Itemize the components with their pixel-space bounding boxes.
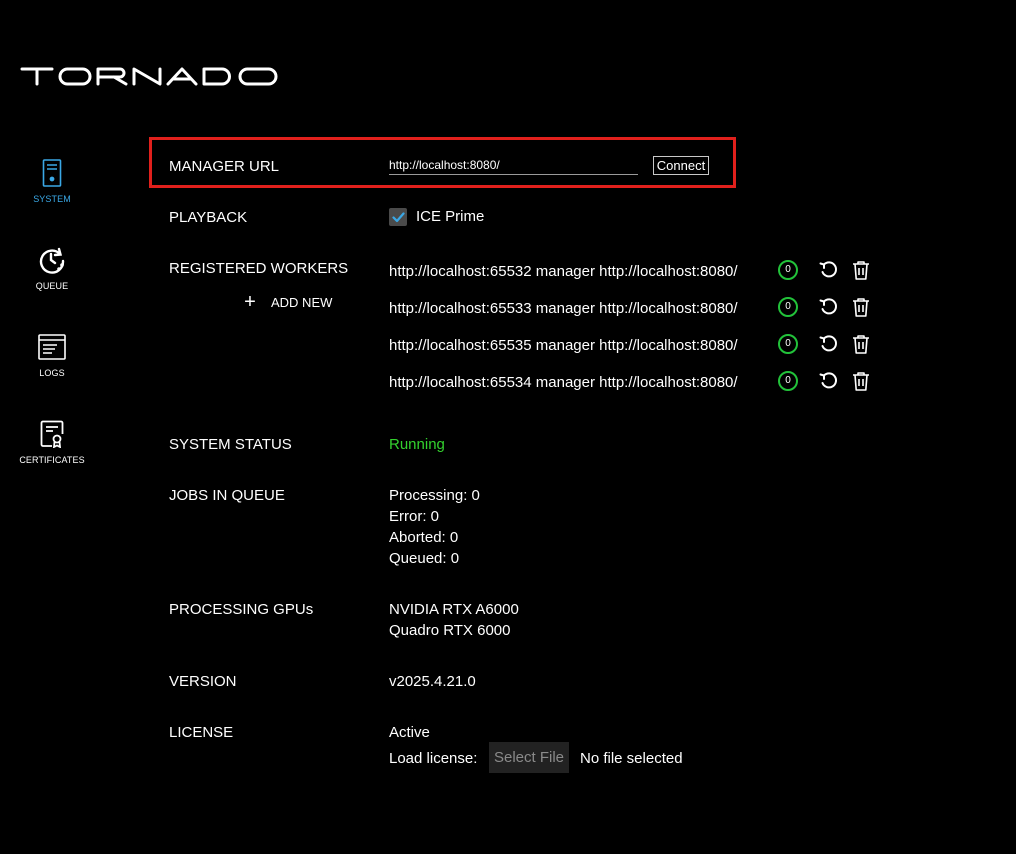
jobs-in-queue-label: JOBS IN QUEUE	[169, 487, 285, 504]
worker-url: http://localhost:65532 manager http://lo…	[389, 262, 738, 280]
refresh-icon[interactable]	[818, 333, 840, 355]
file-status: No file selected	[580, 750, 683, 767]
trash-icon[interactable]	[850, 259, 872, 281]
nav-label-logs: LOGS	[39, 368, 65, 378]
version-label: VERSION	[169, 673, 237, 690]
processing-gpus-label: PROCESSING GPUs	[169, 601, 314, 618]
license-label: LICENSE	[169, 724, 234, 741]
system-status-value: Running	[389, 436, 445, 453]
nav-label-queue: QUEUE	[35, 281, 69, 291]
add-new-label: ADD NEW	[271, 294, 333, 310]
nav-item-queue[interactable]: QUEUE	[10, 245, 94, 332]
nav-label-system: SYSTEM	[33, 194, 71, 204]
jobs-error: Error: 0	[389, 508, 440, 525]
worker-job-count-badge: 0	[778, 260, 798, 280]
version-value: v2025.4.21.0	[389, 673, 476, 690]
registered-workers-label: REGISTERED WORKERS	[169, 260, 349, 277]
gpu-item: Quadro RTX 6000	[389, 622, 511, 639]
refresh-icon[interactable]	[818, 296, 840, 318]
worker-url: http://localhost:65535 manager http://lo…	[389, 336, 738, 354]
worker-row: http://localhost:65534 manager http://lo…	[389, 370, 738, 394]
jobs-aborted: Aborted: 0	[389, 529, 459, 546]
worker-job-count-badge: 0	[778, 371, 798, 391]
load-license-label: Load license:	[389, 750, 478, 767]
refresh-icon[interactable]	[818, 259, 840, 281]
worker-url: http://localhost:65534 manager http://lo…	[389, 373, 738, 391]
ice-prime-label: ICE Prime	[416, 208, 485, 225]
system-status-label: SYSTEM STATUS	[169, 436, 292, 453]
trash-icon[interactable]	[850, 296, 872, 318]
jobs-queued: Queued: 0	[389, 550, 460, 567]
worker-row: http://localhost:65535 manager http://lo…	[389, 333, 738, 357]
worker-row: http://localhost:65533 manager http://lo…	[389, 296, 738, 320]
worker-job-count-badge: 0	[778, 334, 798, 354]
nav-item-certificates[interactable]: CERTIFICATES	[10, 419, 94, 506]
worker-job-count-badge: 0	[778, 297, 798, 317]
manager-url-label: MANAGER URL	[169, 158, 280, 175]
log-icon	[37, 332, 67, 362]
checkmark-icon	[391, 211, 405, 222]
playback-label: PLAYBACK	[169, 209, 248, 226]
select-file-button[interactable]: Select File	[489, 742, 569, 773]
jobs-processing: Processing: 0	[389, 487, 480, 504]
nav-item-system[interactable]: SYSTEM	[10, 158, 94, 245]
jobs-in-queue-values: Processing: 0 Error: 0 Aborted: 0 Queued…	[389, 485, 480, 569]
trash-icon[interactable]	[850, 333, 872, 355]
nav-item-logs[interactable]: LOGS	[10, 332, 94, 419]
tornado-logo	[20, 60, 280, 92]
add-new-worker-button[interactable]: + ADD NEW	[242, 291, 333, 313]
gpu-item: NVIDIA RTX A6000	[389, 601, 519, 618]
worker-url: http://localhost:65533 manager http://lo…	[389, 299, 738, 317]
processing-gpus-values: NVIDIA RTX A6000 Quadro RTX 6000	[389, 599, 519, 641]
license-status: Active	[389, 724, 430, 741]
trash-icon[interactable]	[850, 370, 872, 392]
server-icon	[37, 158, 67, 188]
manager-url-input[interactable]	[389, 155, 638, 175]
connect-button[interactable]: Connect	[653, 156, 709, 175]
worker-row: http://localhost:65532 manager http://lo…	[389, 259, 738, 283]
nav-label-certificates: CERTIFICATES	[19, 455, 85, 465]
refresh-icon[interactable]	[818, 370, 840, 392]
plus-icon: +	[244, 291, 256, 313]
clock-icon	[37, 245, 67, 275]
sidebar-nav: SYSTEM QUEUE LOGS CERTIFICATES	[10, 158, 94, 506]
ice-prime-checkbox[interactable]	[389, 208, 407, 226]
certificate-icon	[37, 419, 67, 449]
